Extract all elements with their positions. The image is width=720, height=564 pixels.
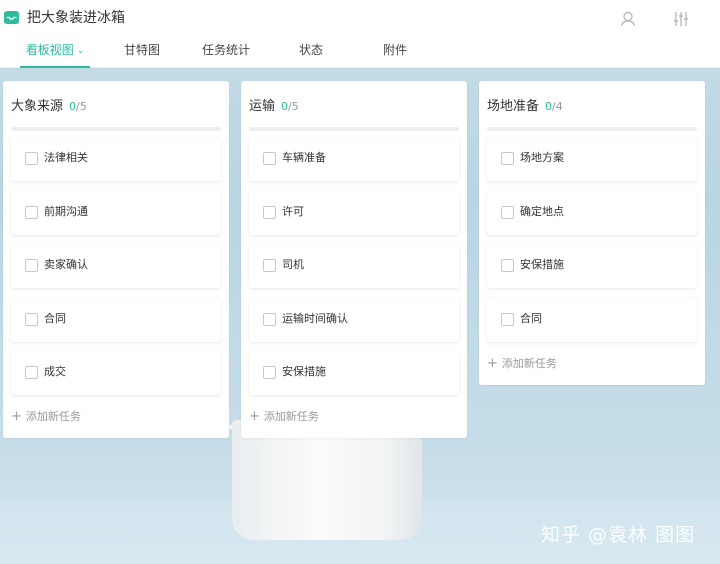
column-header: 场地准备 0/4 (487, 95, 563, 115)
column-divider (249, 127, 459, 131)
task-label: 场地方案 (520, 151, 564, 164)
task-checkbox[interactable] (25, 206, 38, 219)
tab-status[interactable]: 状态 (281, 40, 341, 68)
background-cup (232, 420, 422, 540)
total-count: /5 (76, 100, 87, 113)
task-card[interactable]: 司机 (249, 244, 459, 288)
column-divider (11, 127, 221, 131)
user-icon[interactable] (619, 10, 637, 28)
task-checkbox[interactable] (263, 152, 276, 165)
sliders-icon[interactable] (672, 10, 690, 28)
task-label: 合同 (520, 312, 542, 325)
task-label: 车辆准备 (282, 151, 326, 164)
task-card[interactable]: 安保措施 (249, 351, 459, 395)
task-card[interactable]: 合同 (11, 298, 221, 342)
tab-attachments[interactable]: 附件 (365, 40, 425, 68)
tab-kanban[interactable]: 看板视图 ⌄ (20, 40, 90, 68)
column-header: 运输 0/5 (249, 95, 299, 115)
task-card[interactable]: 许可 (249, 191, 459, 235)
task-card[interactable]: 确定地点 (487, 191, 697, 235)
task-card[interactable]: 场地方案 (487, 137, 697, 181)
project-title: 把大象装进冰箱 (27, 10, 125, 26)
watermark: 知乎 @袁林 图图 (541, 524, 696, 546)
task-checkbox[interactable] (25, 366, 38, 379)
column-title: 大象来源 (11, 99, 64, 114)
tab-label: 任务统计 (201, 43, 250, 57)
task-label: 成交 (44, 365, 66, 378)
task-count: 0/4 (545, 100, 563, 113)
kanban-column: 运输 0/5 车辆准备 许可 司机 运输时间确认 安保措施 + 添加新任务 (241, 81, 467, 438)
done-count: 0 (545, 100, 553, 113)
total-count: /4 (552, 100, 563, 113)
task-label: 司机 (282, 258, 304, 271)
done-count: 0 (281, 100, 289, 113)
task-checkbox[interactable] (25, 259, 38, 272)
task-label: 前期沟通 (44, 205, 88, 218)
tab-label: 甘特图 (123, 43, 160, 57)
tab-label: 附件 (382, 43, 407, 57)
tab-label: 状态 (298, 43, 323, 57)
task-count: 0/5 (69, 100, 87, 113)
task-label: 确定地点 (520, 205, 564, 218)
column-header: 大象来源 0/5 (11, 95, 87, 115)
task-card[interactable]: 法律相关 (11, 137, 221, 181)
add-task-button[interactable]: + 添加新任务 (249, 409, 319, 425)
task-card[interactable]: 卖家确认 (11, 244, 221, 288)
add-task-label: 添加新任务 (25, 410, 81, 423)
task-card[interactable]: 合同 (487, 298, 697, 342)
total-count: /5 (288, 100, 299, 113)
inbox-icon (4, 11, 19, 24)
project-header: 把大象装进冰箱 看板视图 ⌄ 甘特图 任务统计 状态 附件 (0, 0, 720, 68)
task-label: 许可 (282, 205, 304, 218)
task-label: 安保措施 (520, 258, 564, 271)
chevron-down-icon: ⌄ (76, 46, 85, 56)
task-checkbox[interactable] (263, 259, 276, 272)
plus-icon: + (249, 409, 260, 424)
tab-gantt[interactable]: 甘特图 (112, 40, 172, 68)
task-checkbox[interactable] (263, 313, 276, 326)
column-divider (487, 127, 697, 131)
add-task-label: 添加新任务 (501, 357, 557, 370)
column-title: 运输 (249, 99, 276, 114)
view-tabs: 看板视图 ⌄ 甘特图 任务统计 状态 附件 (0, 40, 720, 68)
task-label: 卖家确认 (44, 258, 88, 271)
tab-statistics[interactable]: 任务统计 (196, 40, 256, 68)
column-title: 场地准备 (487, 99, 540, 114)
task-card[interactable]: 前期沟通 (11, 191, 221, 235)
task-checkbox[interactable] (501, 313, 514, 326)
task-label: 合同 (44, 312, 66, 325)
task-card[interactable]: 车辆准备 (249, 137, 459, 181)
add-task-button[interactable]: + 添加新任务 (11, 409, 81, 425)
task-checkbox[interactable] (501, 152, 514, 165)
task-card[interactable]: 安保措施 (487, 244, 697, 288)
task-checkbox[interactable] (263, 366, 276, 379)
task-label: 法律相关 (44, 151, 88, 164)
kanban-column: 场地准备 0/4 场地方案 确定地点 安保措施 合同 + 添加新任务 (479, 81, 705, 385)
tab-label: 看板视图 (25, 43, 74, 57)
add-task-label: 添加新任务 (263, 410, 319, 423)
add-task-button[interactable]: + 添加新任务 (487, 356, 557, 372)
task-label: 运输时间确认 (282, 312, 348, 325)
task-count: 0/5 (281, 100, 299, 113)
kanban-column: 大象来源 0/5 法律相关 前期沟通 卖家确认 合同 成交 + 添加新任务 (3, 81, 229, 438)
task-checkbox[interactable] (263, 206, 276, 219)
task-checkbox[interactable] (501, 259, 514, 272)
task-card[interactable]: 成交 (11, 351, 221, 395)
plus-icon: + (11, 409, 22, 424)
task-checkbox[interactable] (25, 313, 38, 326)
plus-icon: + (487, 356, 498, 371)
done-count: 0 (69, 100, 77, 113)
task-label: 安保措施 (282, 365, 326, 378)
task-card[interactable]: 运输时间确认 (249, 298, 459, 342)
task-checkbox[interactable] (501, 206, 514, 219)
task-checkbox[interactable] (25, 152, 38, 165)
